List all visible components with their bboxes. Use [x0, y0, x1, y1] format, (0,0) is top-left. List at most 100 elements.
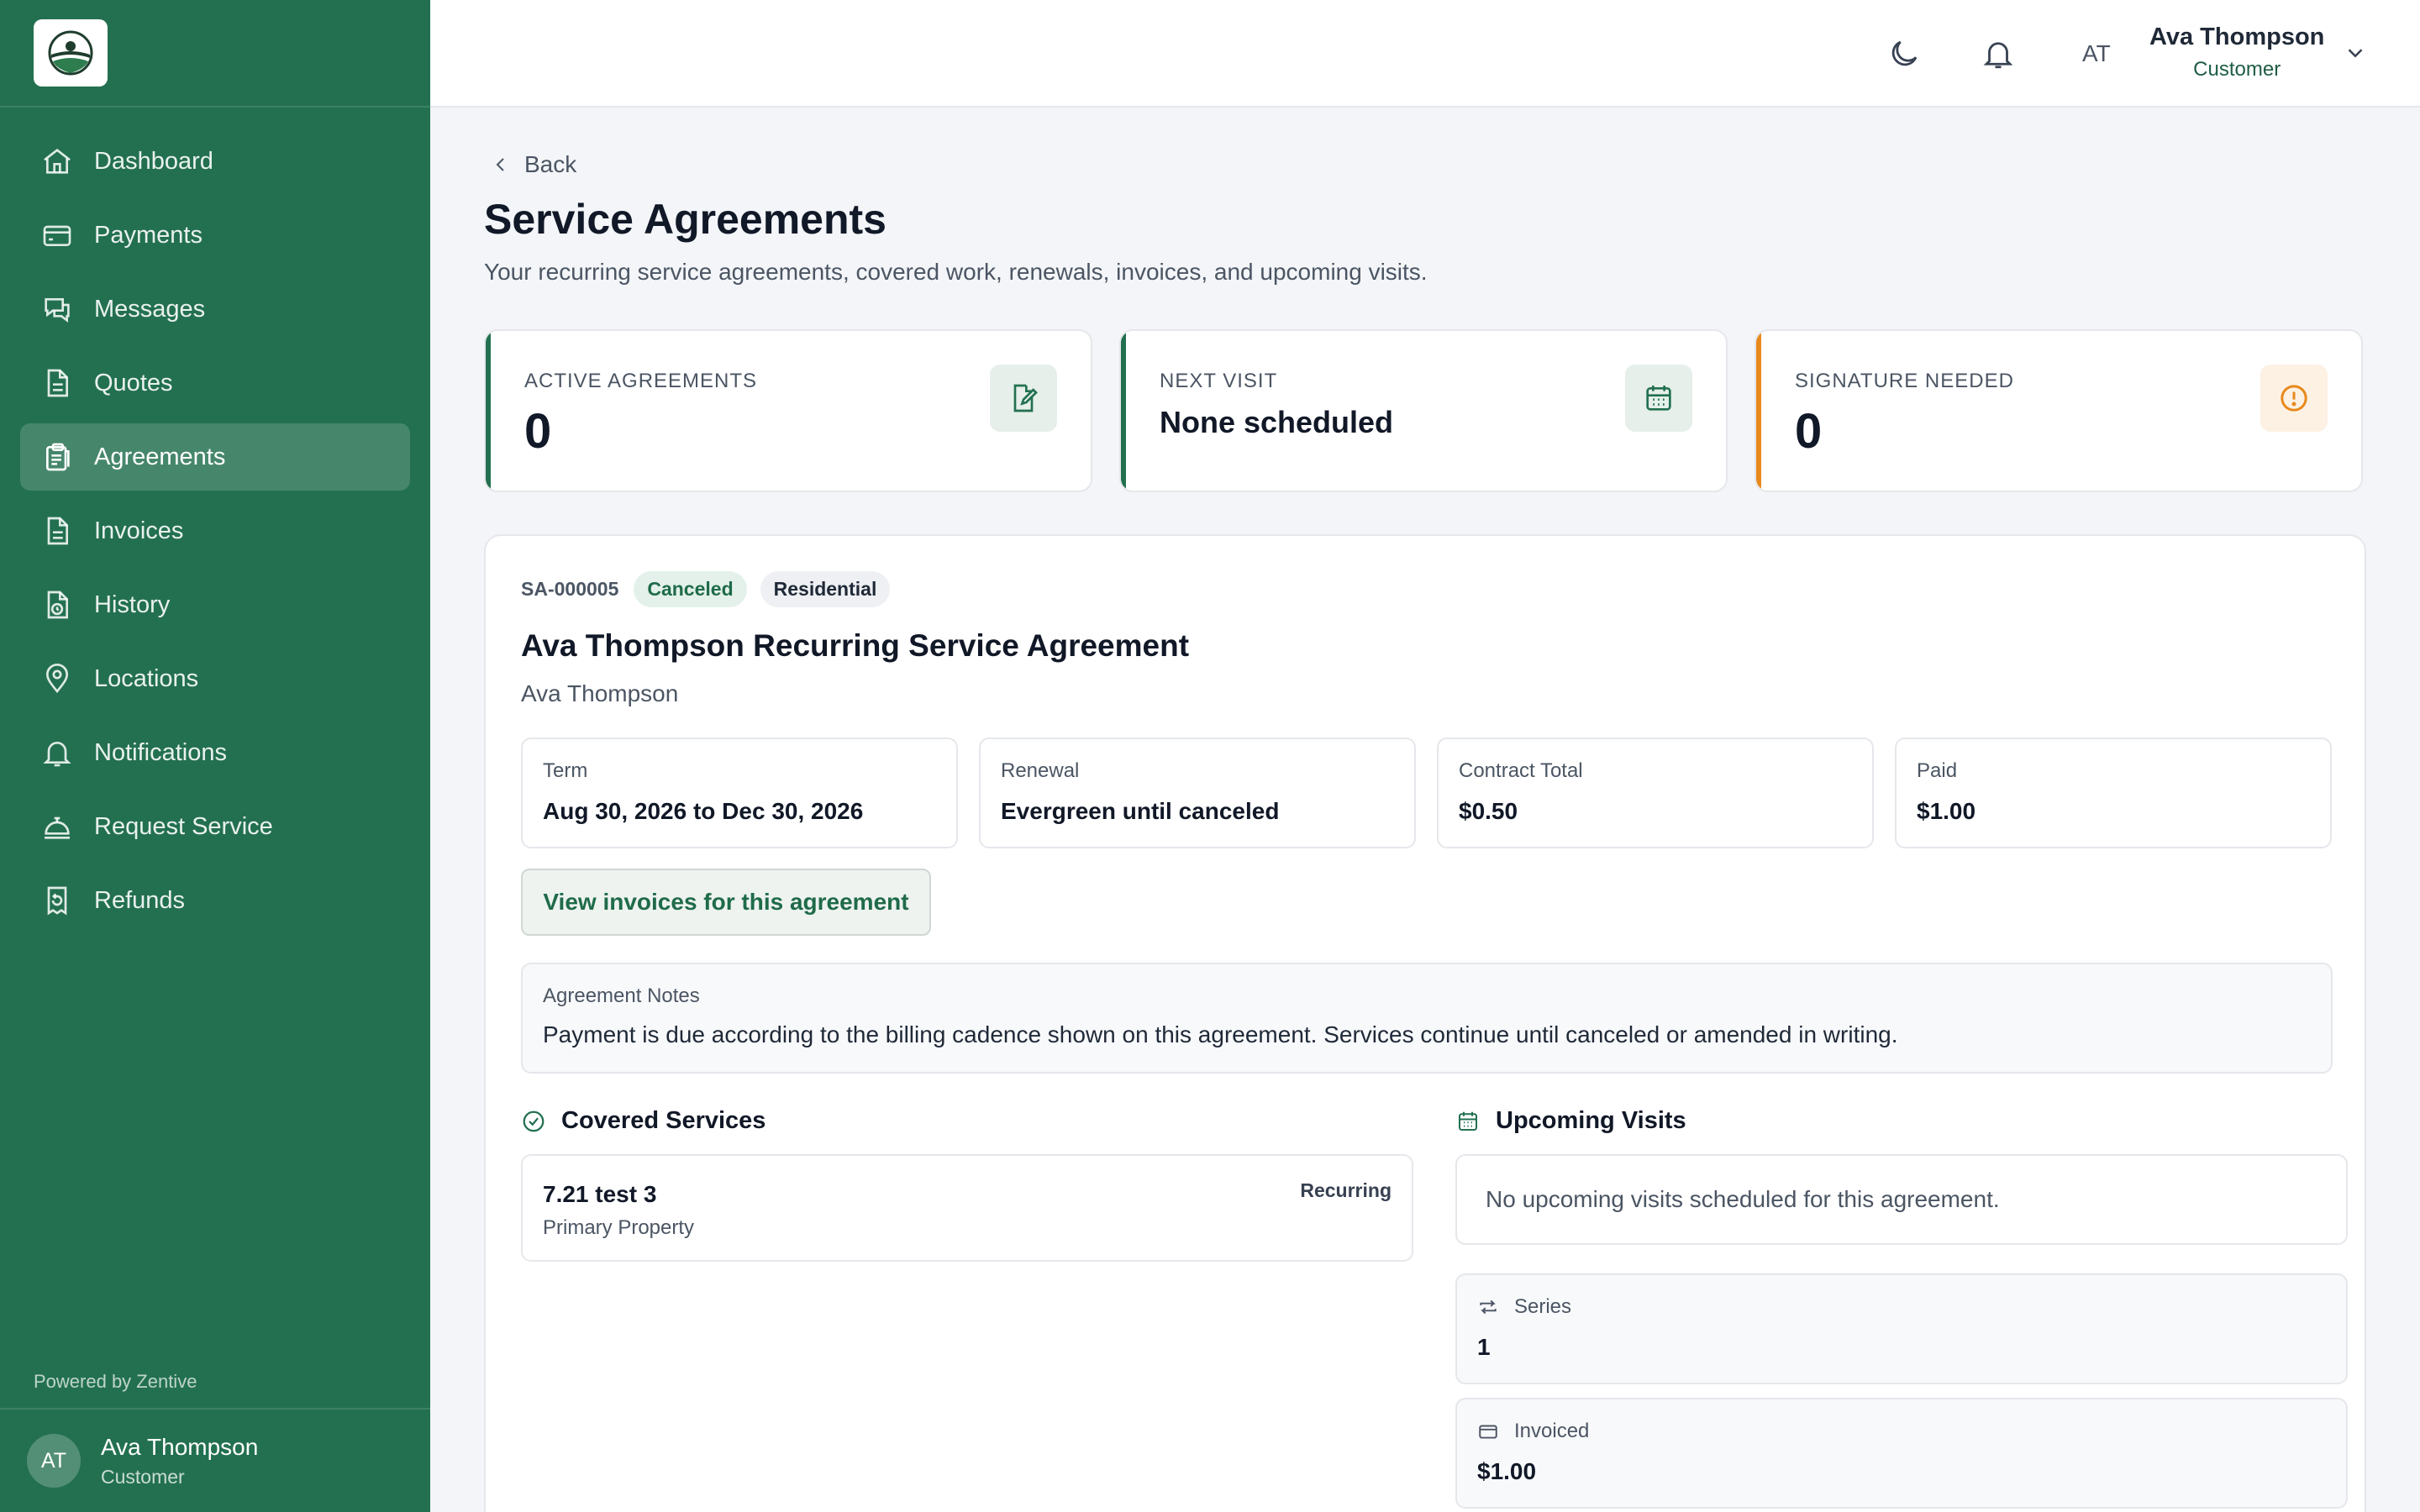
refund-receipt-icon: [40, 884, 74, 917]
sidebar-item-invoices[interactable]: Invoices: [20, 497, 410, 564]
sidebar-item-history[interactable]: History: [20, 571, 410, 638]
sidebar: Dashboard Payments Messages Quotes Agree…: [0, 0, 430, 1512]
series-label: Series: [1514, 1295, 1572, 1318]
company-logo[interactable]: [34, 19, 108, 87]
service-item: 7.21 test 3 Primary Property Recurring: [521, 1154, 1413, 1262]
logo-emblem-icon: [48, 30, 93, 76]
user-name: Ava Thompson: [2149, 24, 2325, 50]
service-type: Recurring: [1300, 1179, 1392, 1201]
stat-accent-bar: [486, 331, 491, 491]
sidebar-item-messages[interactable]: Messages: [20, 276, 410, 343]
agreement-title: Ava Thompson Recurring Service Agreement: [521, 628, 1190, 663]
sidebar-item-label: Invoices: [94, 517, 184, 544]
agreement-card: SA-000005 Canceled Residential Ava Thomp…: [484, 534, 2366, 1512]
sidebar-item-label: Request Service: [94, 812, 273, 840]
service-name: 7.21 test 3: [543, 1181, 657, 1207]
series-box: Series 1: [1455, 1273, 2348, 1384]
clipboard-icon: [40, 440, 74, 474]
sidebar-item-dashboard[interactable]: Dashboard: [20, 128, 410, 195]
stat-value: 0: [524, 404, 552, 459]
info-label: Contract Total: [1459, 759, 1583, 782]
stat-label: ACTIVE AGREEMENTS: [524, 370, 758, 392]
map-pin-icon: [40, 662, 74, 696]
info-value: Evergreen until canceled: [1001, 798, 1280, 824]
sidebar-item-label: Dashboard: [94, 147, 213, 175]
calendar-icon: [1459, 1111, 1477, 1131]
agreement-customer: Ava Thompson: [521, 680, 679, 706]
sidebar-nav: Dashboard Payments Messages Quotes Agree…: [0, 108, 430, 934]
info-box-term: Term Aug 30, 2026 to Dec 30, 2026: [521, 738, 958, 848]
home-icon: [40, 144, 74, 178]
sidebar-user-name: Ava Thompson: [101, 1433, 259, 1460]
sidebar-item-notifications[interactable]: Notifications: [20, 719, 410, 786]
sidebar-item-label: Payments: [94, 221, 203, 249]
sidebar-user-role: Customer: [101, 1465, 185, 1488]
notes-text: Payment is due according to the billing …: [543, 1021, 1898, 1047]
agreement-header: SA-000005 Canceled Residential: [521, 571, 903, 607]
sidebar-item-payments[interactable]: Payments: [20, 202, 410, 269]
type-badge: Residential: [760, 571, 891, 607]
page-subtitle: Your recurring service agreements, cover…: [484, 259, 1428, 285]
info-box-contract-total: Contract Total $0.50: [1437, 738, 1874, 848]
bell-icon: [1983, 42, 2013, 69]
repeat-icon: [1480, 1299, 1497, 1315]
series-value: 1: [1477, 1334, 1491, 1360]
stat-value: 0: [1795, 404, 1823, 459]
covered-services-heading: Covered Services: [521, 1107, 765, 1135]
no-visits-message: No upcoming visits scheduled for this ag…: [1455, 1154, 2348, 1245]
service-bell-icon: [40, 810, 74, 843]
stat-label: NEXT VISIT: [1160, 370, 1278, 392]
sidebar-item-label: Messages: [94, 295, 206, 323]
info-label: Renewal: [1001, 759, 1080, 782]
status-badge: Canceled: [634, 571, 747, 607]
user-menu[interactable]: Ava Thompson Customer: [2149, 24, 2324, 81]
sidebar-item-label: History: [94, 591, 171, 618]
sidebar-item-agreements[interactable]: Agreements: [20, 423, 410, 491]
sidebar-item-locations[interactable]: Locations: [20, 645, 410, 712]
invoiced-box: Invoiced $1.00: [1455, 1398, 2348, 1509]
top-bar: AT Ava Thompson Customer: [430, 0, 2420, 108]
info-value: Aug 30, 2026 to Dec 30, 2026: [543, 798, 864, 824]
credit-card-icon: [40, 218, 74, 252]
avatar: AT: [27, 1434, 81, 1488]
invoiced-value: $1.00: [1477, 1458, 1537, 1484]
sidebar-item-quotes[interactable]: Quotes: [20, 349, 410, 417]
page-title: Service Agreements: [484, 196, 886, 243]
info-label: Paid: [1917, 759, 1958, 782]
view-invoices-button[interactable]: View invoices for this agreement: [521, 869, 931, 936]
info-box-renewal: Renewal Evergreen until canceled: [979, 738, 1416, 848]
user-initials[interactable]: AT: [2082, 40, 2111, 67]
sidebar-item-label: Refunds: [94, 886, 186, 914]
invoiced-label: Invoiced: [1514, 1420, 1590, 1442]
stat-card-active-agreements: ACTIVE AGREEMENTS 0: [484, 329, 1092, 492]
stat-accent-bar: [1756, 331, 1761, 491]
user-role: Customer: [2193, 58, 2281, 81]
powered-by-text: Powered by Zentive: [34, 1371, 197, 1392]
sidebar-item-label: Agreements: [94, 443, 226, 470]
stat-card-signature-needed: SIGNATURE NEEDED 0: [1754, 329, 2363, 492]
sidebar-item-label: Locations: [94, 664, 199, 692]
chat-icon: [40, 292, 74, 326]
sidebar-item-request-service[interactable]: Request Service: [20, 793, 410, 860]
notifications-button[interactable]: [1978, 34, 2018, 74]
chevron-down-icon[interactable]: [2343, 40, 2368, 66]
check-circle-icon: [523, 1110, 544, 1131]
stat-accent-bar: [1121, 331, 1126, 491]
theme-toggle-button[interactable]: [1884, 34, 1924, 74]
bell-icon: [40, 736, 74, 769]
document-edit-icon: [990, 365, 1057, 432]
back-link[interactable]: Back: [491, 151, 576, 178]
info-label: Term: [543, 759, 588, 782]
agreement-code: SA-000005: [521, 578, 619, 600]
credit-card-icon: [1479, 1425, 1497, 1439]
info-value: $0.50: [1459, 798, 1518, 824]
moon-icon: [1891, 40, 1918, 66]
stat-card-next-visit: NEXT VISIT None scheduled: [1119, 329, 1728, 492]
service-property: Primary Property: [543, 1216, 695, 1239]
sidebar-item-label: Notifications: [94, 738, 227, 766]
upcoming-visits-heading: Upcoming Visits: [1455, 1107, 1686, 1135]
chevron-left-icon: [496, 158, 504, 171]
agreement-notes: Agreement Notes Payment is due according…: [521, 963, 2333, 1074]
sidebar-user-profile[interactable]: AT Ava Thompson Customer: [0, 1408, 430, 1512]
sidebar-item-refunds[interactable]: Refunds: [20, 867, 410, 934]
